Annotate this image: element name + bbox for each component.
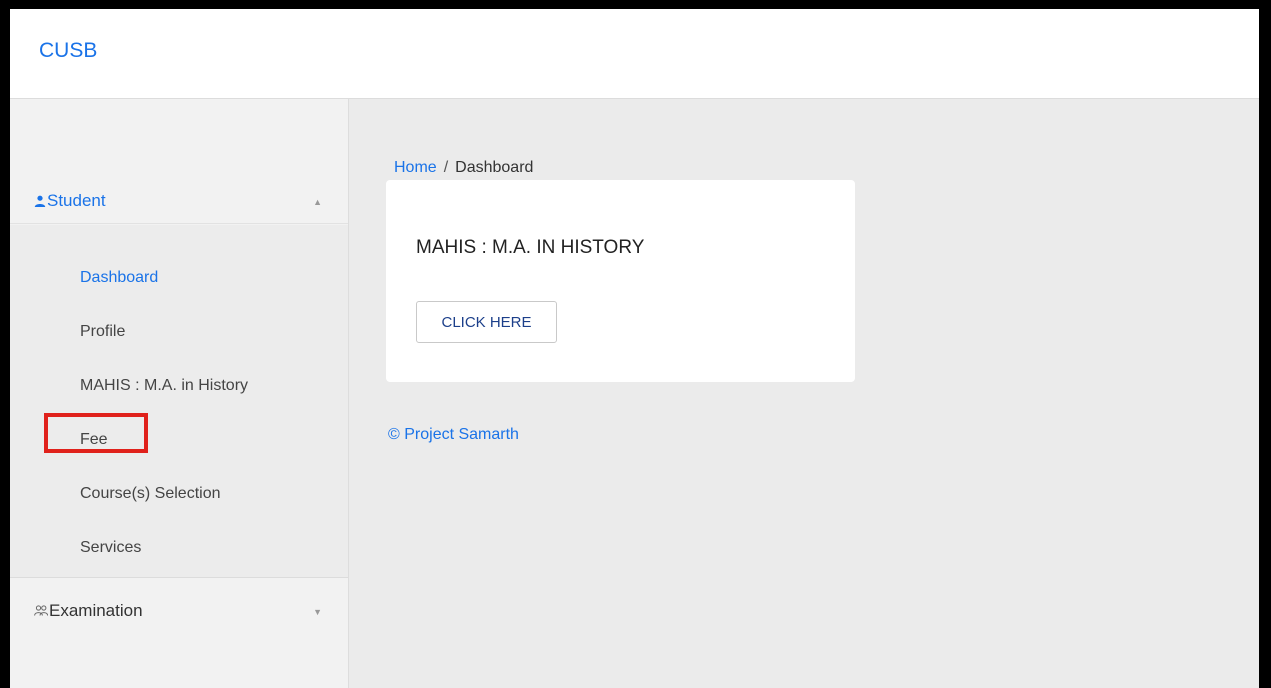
sidebar-item-dashboard[interactable]: Dashboard — [80, 269, 158, 287]
click-here-button[interactable]: CLICK HERE — [416, 301, 557, 343]
student-submenu — [10, 225, 348, 578]
breadcrumb: Home / Dashboard — [394, 159, 533, 177]
fee-highlight-box — [44, 413, 148, 453]
app-frame: CUSB Student ▲ Dashboard Profile MAHIS :… — [10, 9, 1259, 688]
person-icon — [34, 195, 46, 207]
sidebar-group-examination[interactable]: Examination ▼ — [10, 589, 348, 633]
chevron-up-icon: ▲ — [313, 197, 322, 207]
group-icon — [34, 605, 49, 616]
main-content: Home / Dashboard MAHIS : M.A. IN HISTORY C… — [349, 99, 1259, 688]
chevron-down-icon: ▼ — [313, 607, 322, 617]
student-group-label: Student — [34, 191, 106, 211]
program-card: MAHIS : M.A. IN HISTORY CLICK HERE — [386, 180, 855, 382]
top-navbar: CUSB — [10, 9, 1259, 99]
examination-group-text: Examination — [49, 601, 143, 620]
sidebar-item-course-selection[interactable]: Course(s) Selection — [80, 485, 221, 503]
breadcrumb-home-link[interactable]: Home — [394, 159, 437, 176]
breadcrumb-current: Dashboard — [455, 159, 534, 176]
examination-group-label: Examination — [34, 601, 143, 621]
program-card-title: MAHIS : M.A. IN HISTORY — [416, 237, 645, 258]
footer-link[interactable]: © Project Samarth — [388, 426, 519, 444]
sidebar-item-profile[interactable]: Profile — [80, 323, 125, 341]
student-group-text: Student — [47, 191, 106, 210]
sidebar-item-services[interactable]: Services — [80, 539, 141, 557]
sidebar-item-program[interactable]: MAHIS : M.A. in History — [80, 377, 248, 395]
breadcrumb-separator: / — [443, 159, 449, 176]
brand-link[interactable]: CUSB — [39, 39, 97, 63]
sidebar-group-student[interactable]: Student ▲ — [10, 179, 348, 224]
sidebar: Student ▲ Dashboard Profile MAHIS : M.A.… — [10, 99, 349, 688]
